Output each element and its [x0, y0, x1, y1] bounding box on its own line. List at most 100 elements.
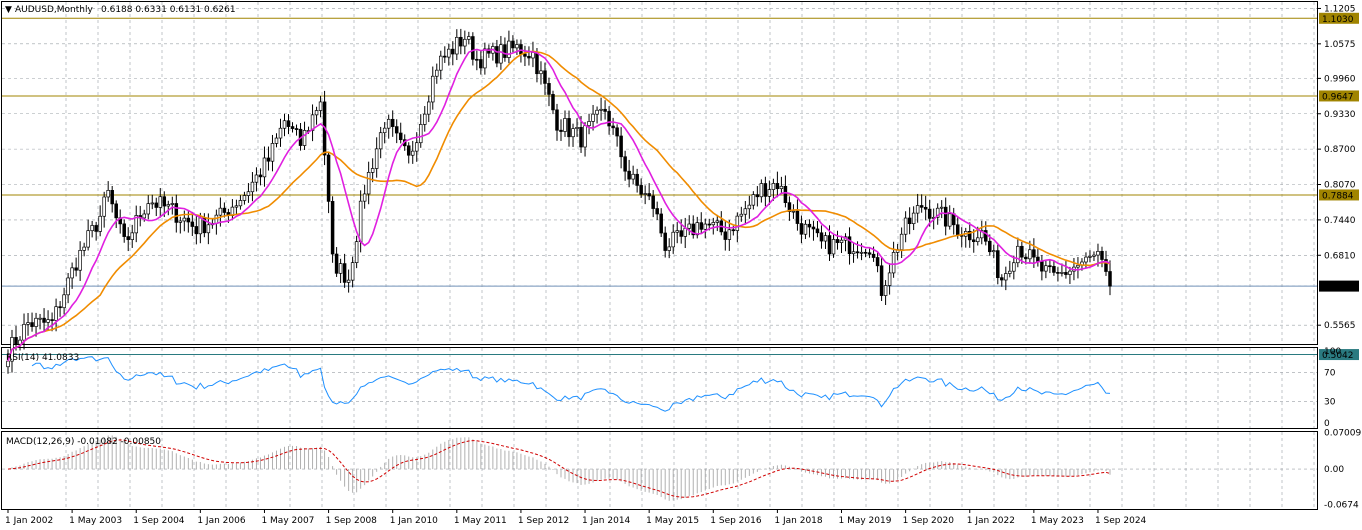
- candle-body: [1008, 270, 1012, 274]
- candle-body: [779, 185, 784, 190]
- candle-body: [823, 235, 828, 242]
- candle-body: [294, 128, 299, 130]
- candle-body: [274, 137, 279, 144]
- candle-body: [86, 230, 90, 248]
- candle-body: [807, 223, 812, 228]
- candle-body: [1044, 265, 1048, 272]
- candle-body: [711, 222, 716, 226]
- candle-body: [126, 236, 130, 240]
- candle-body: [182, 217, 187, 222]
- candle-body: [915, 205, 920, 214]
- candle-body: [94, 225, 98, 232]
- candle-body: [583, 125, 587, 148]
- time-tick-label: 1 Jan 2002: [5, 516, 53, 526]
- candle-body: [390, 118, 395, 127]
- candle-body: [1060, 272, 1064, 274]
- candle-body: [879, 265, 884, 296]
- candle-body: [988, 240, 992, 253]
- time-tick-label: 1 Sep 2008: [326, 516, 378, 526]
- price-axis: 1.12051.05750.99600.93300.87000.80700.74…: [1318, 4, 1361, 510]
- time-tick-label: 1 Jan 2014: [582, 516, 630, 526]
- candle-body: [66, 277, 70, 296]
- candle-body: [699, 222, 704, 230]
- candle-body: [286, 120, 291, 127]
- candle-body: [495, 46, 499, 64]
- candle-body: [891, 252, 896, 274]
- candle-body: [1016, 245, 1020, 264]
- candle-body: [435, 69, 439, 77]
- macd-label: MACD(12,26,9) -0.01082 -0.00850: [6, 437, 161, 447]
- candle-body: [50, 319, 54, 321]
- macd-tick-label: -0.0674: [1324, 500, 1359, 510]
- candle-body: [899, 233, 904, 250]
- candle-body: [591, 113, 595, 122]
- candle-body: [579, 127, 583, 148]
- candle-body: [463, 38, 467, 47]
- candle-body: [431, 75, 435, 103]
- candle-body: [715, 220, 720, 223]
- candle-body: [198, 217, 203, 235]
- trading-chart[interactable]: 1.12051.05750.99600.93300.87000.80700.74…: [0, 0, 1362, 530]
- candle-body: [38, 317, 42, 320]
- candle-body: [551, 94, 555, 111]
- time-tick-label: 1 May 2019: [839, 516, 892, 526]
- candle-body: [743, 208, 748, 215]
- chart-menu-icon[interactable]: ▼: [5, 5, 12, 15]
- candle-body: [919, 205, 924, 208]
- candle-body: [14, 337, 18, 345]
- candle-body: [619, 135, 623, 158]
- candle-body: [234, 205, 239, 208]
- candle-body: [386, 118, 391, 129]
- candle-body: [362, 193, 367, 202]
- candle-body: [282, 120, 287, 129]
- candle-body: [330, 201, 335, 255]
- time-tick-label: 1 Sep 2012: [518, 516, 569, 526]
- candle-body: [519, 44, 523, 55]
- ohlc-label: 0.6188 0.6331 0.6131 0.6261: [101, 5, 236, 15]
- candle-body: [727, 229, 732, 240]
- candle-body: [707, 223, 712, 226]
- time-tick-label: 1 Jan 2006: [197, 516, 245, 526]
- candle-body: [42, 317, 46, 323]
- candle-body: [1004, 273, 1008, 281]
- candle-body: [651, 195, 655, 209]
- time-tick-label: 1 Sep 2020: [903, 516, 955, 526]
- candle-body: [972, 239, 976, 243]
- candle-body: [1028, 249, 1032, 260]
- macd-panel[interactable]: [1, 431, 1318, 510]
- time-tick-label: 1 May 2007: [261, 516, 314, 526]
- candle-body: [214, 214, 219, 224]
- candle-body: [1024, 256, 1028, 260]
- candle-body: [855, 251, 860, 254]
- candle-body: [603, 108, 607, 112]
- candle-body: [382, 127, 387, 134]
- main-price-panel[interactable]: [1, 1, 1318, 345]
- candle-body: [262, 157, 267, 178]
- candle-body: [218, 207, 223, 216]
- candle-body: [1108, 271, 1112, 287]
- candle-body: [875, 257, 880, 267]
- candle-body: [996, 250, 1000, 279]
- candle-body: [58, 306, 62, 309]
- candle-body: [927, 208, 932, 219]
- candle-body: [755, 194, 760, 198]
- rsi-panel[interactable]: [1, 347, 1318, 429]
- candle-body: [535, 52, 539, 75]
- candle-body: [1084, 256, 1088, 263]
- candle-body: [258, 174, 263, 178]
- candle-body: [903, 217, 908, 235]
- candle-body: [667, 246, 671, 251]
- candle-body: [863, 251, 868, 254]
- candle-body: [366, 172, 371, 195]
- rsi-tick-label: 70: [1324, 369, 1336, 379]
- candle-body: [1068, 270, 1072, 275]
- candle-body: [238, 200, 243, 207]
- candle-body: [423, 113, 427, 125]
- candle-body: [992, 250, 996, 253]
- candle-body: [74, 267, 78, 271]
- candle-body: [599, 108, 603, 111]
- candle-body: [78, 249, 82, 271]
- time-axis: 1 Jan 2002 1 May 2003 1 Sep 2004 1 Jan 2006…: [5, 509, 1147, 526]
- candle-body: [883, 285, 888, 296]
- candle-body: [354, 241, 359, 263]
